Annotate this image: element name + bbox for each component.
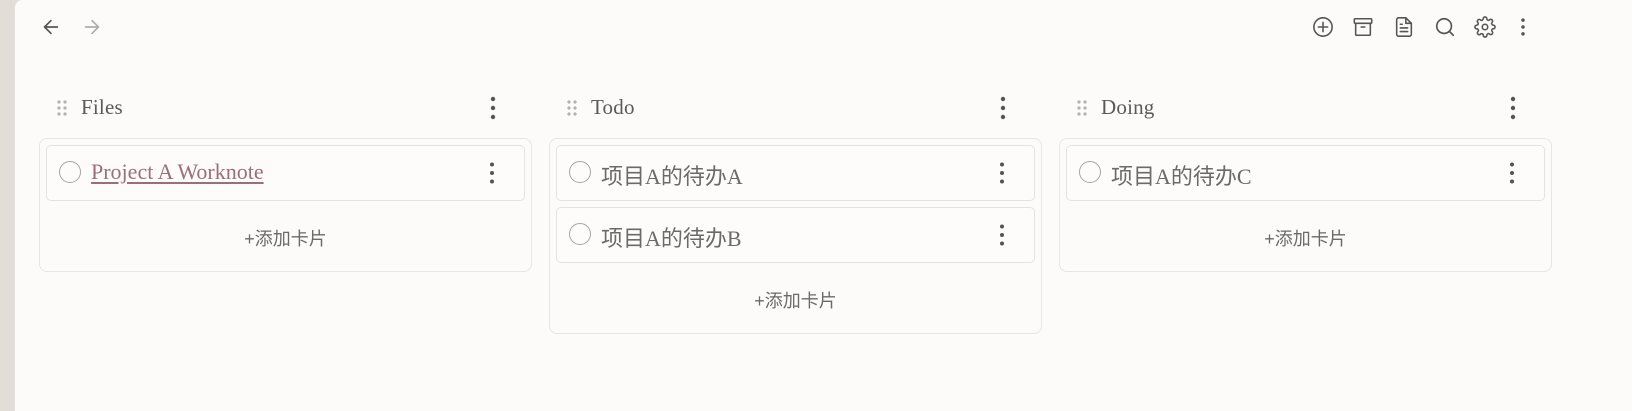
add-card-button[interactable]: +添加卡片 (1060, 225, 1551, 251)
app-window: Files Project A Worknote +添加卡片 Todo 项目A的… (14, 0, 1632, 411)
column-title: Doing (1101, 95, 1155, 119)
gear-icon (1474, 16, 1496, 38)
card-title: 项目A的待办B (601, 226, 742, 251)
card[interactable]: 项目A的待办B (556, 207, 1035, 263)
more-vertical-icon (1000, 96, 1006, 120)
forward-arrow-icon (84, 19, 100, 35)
column-menu-button[interactable] (479, 92, 507, 124)
card-menu-button[interactable] (990, 220, 1014, 250)
card-menu-button[interactable] (990, 158, 1014, 188)
more-vertical-icon (1510, 162, 1514, 184)
column-header: Files (55, 88, 507, 128)
card[interactable]: 项目A的待办A (556, 145, 1035, 201)
forward-button[interactable] (78, 13, 106, 41)
search-icon (1435, 17, 1455, 37)
more-options-button[interactable] (1509, 13, 1537, 41)
drag-handle-icon[interactable] (55, 98, 69, 118)
column-menu-button[interactable] (1499, 92, 1527, 124)
more-vertical-icon (1000, 162, 1004, 184)
archive-icon (1353, 17, 1373, 37)
card[interactable]: 项目A的待办C (1066, 145, 1545, 201)
column-title: Files (81, 95, 123, 119)
document-button[interactable] (1390, 13, 1418, 41)
card-checkbox[interactable] (1079, 161, 1101, 183)
column-menu-button[interactable] (989, 92, 1017, 124)
drag-handle-icon[interactable] (565, 98, 579, 118)
card-menu-button[interactable] (480, 158, 504, 188)
card-checkbox[interactable] (569, 161, 591, 183)
archive-button[interactable] (1349, 13, 1377, 41)
add-card-button[interactable]: +添加卡片 (550, 287, 1041, 313)
column-header: Todo (565, 88, 1017, 128)
column-body: 项目A的待办A 项目A的待办B +添加卡片 (549, 138, 1042, 334)
more-vertical-icon (490, 162, 494, 184)
new-item-button[interactable] (1309, 13, 1337, 41)
card-checkbox[interactable] (59, 161, 81, 183)
card-title: 项目A的待办A (601, 164, 743, 189)
more-vertical-icon (1000, 224, 1004, 246)
column-body: Project A Worknote +添加卡片 (39, 138, 532, 272)
card-menu-button[interactable] (1500, 158, 1524, 188)
add-card-button[interactable]: +添加卡片 (40, 225, 531, 251)
more-vertical-icon (1521, 18, 1525, 36)
back-arrow-icon (43, 19, 59, 35)
back-button[interactable] (37, 13, 65, 41)
column-header: Doing (1075, 88, 1527, 128)
column-title: Todo (591, 95, 635, 119)
add-circle-icon (1313, 17, 1333, 37)
card-title: 项目A的待办C (1111, 164, 1252, 189)
more-vertical-icon (1510, 96, 1516, 120)
card-checkbox[interactable] (569, 223, 591, 245)
drag-handle-icon[interactable] (1075, 98, 1089, 118)
document-icon (1395, 17, 1413, 37)
search-button[interactable] (1431, 13, 1459, 41)
more-vertical-icon (490, 96, 496, 120)
settings-button[interactable] (1471, 13, 1499, 41)
card[interactable]: Project A Worknote (46, 145, 525, 201)
card-link[interactable]: Project A Worknote (91, 159, 264, 185)
column-body: 项目A的待办C +添加卡片 (1059, 138, 1552, 272)
